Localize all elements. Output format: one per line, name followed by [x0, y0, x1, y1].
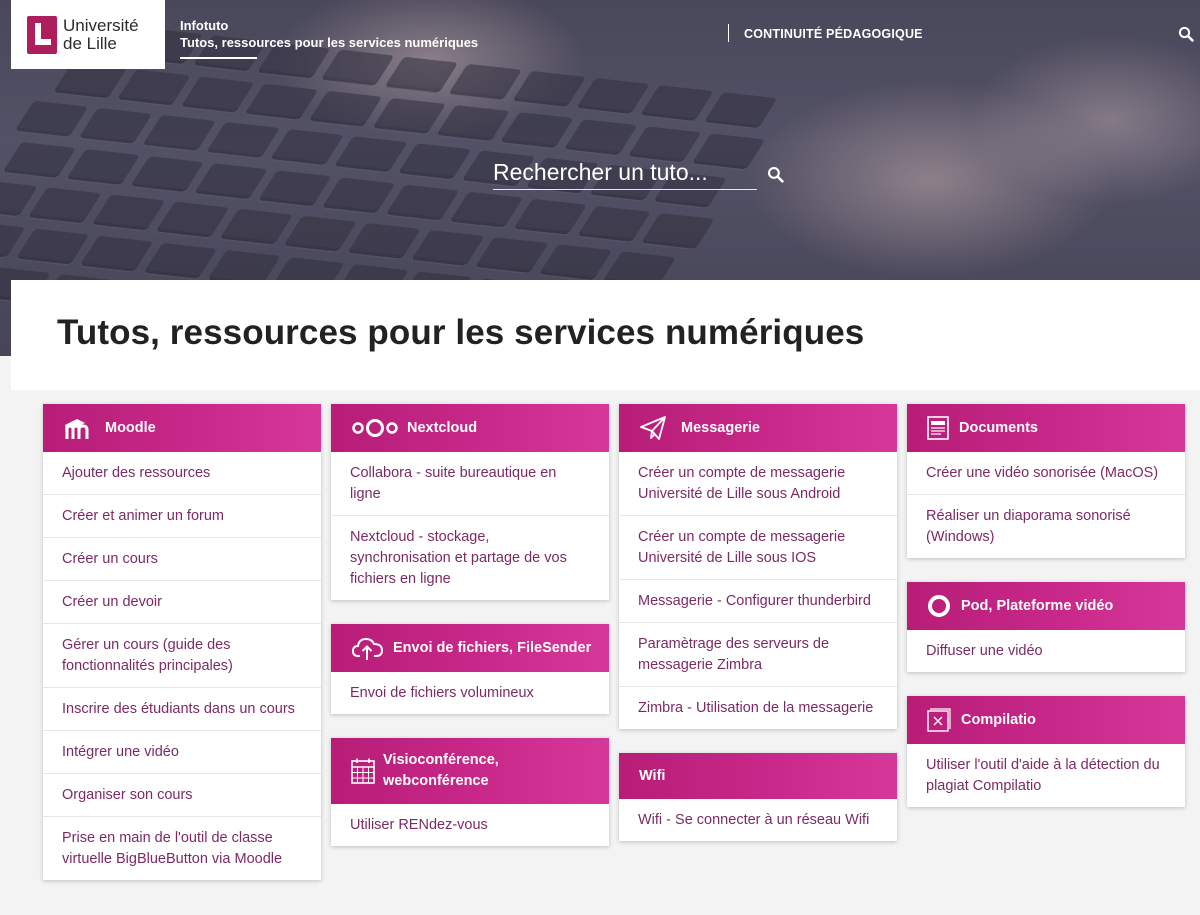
list-item[interactable]: Intégrer une vidéo	[43, 730, 321, 773]
card-title: Pod, Plateforme vidéo	[961, 597, 1114, 614]
list-item[interactable]: Messagerie - Configurer thunderbird	[619, 579, 897, 622]
list-item[interactable]: Collabora - suite bureautique en ligne	[331, 452, 609, 515]
list-item[interactable]: Créer une vidéo sonorisée (MacOS)	[907, 452, 1185, 494]
card-header-compilatio[interactable]: Compilatio	[907, 696, 1185, 744]
card-header-documents[interactable]: Documents	[907, 404, 1185, 452]
nav-divider	[728, 24, 729, 42]
column-1: Moodle Ajouter des ressources Créer et a…	[43, 404, 321, 904]
page-title: Tutos, ressources pour les services numé…	[57, 313, 865, 352]
document-icon	[927, 415, 951, 441]
site-name: Infotuto	[180, 18, 229, 33]
university-logo[interactable]: Université de Lille	[11, 0, 165, 69]
card-title: Wifi	[639, 767, 666, 784]
card-pod: Pod, Plateforme vidéo Diffuser une vidéo	[907, 582, 1185, 672]
cloud-upload-icon	[351, 635, 385, 661]
list-item[interactable]: Envoi de fichiers volumineux	[331, 672, 609, 714]
card-header-nextcloud[interactable]: Nextcloud	[331, 404, 609, 452]
list-item[interactable]: Prise en main de l'outil de classe virtu…	[43, 816, 321, 880]
paper-plane-icon	[639, 415, 673, 441]
moodle-icon	[63, 415, 97, 441]
column-3: Messagerie Créer un compte de messagerie…	[619, 404, 897, 865]
list-item[interactable]: Réaliser un diaporama sonorisé (Windows)	[907, 494, 1185, 558]
column-4: Documents Créer une vidéo sonorisée (Mac…	[907, 404, 1185, 831]
card-header-visio[interactable]: Visioconférence, webconférence	[331, 738, 609, 804]
list-item[interactable]: Créer un compte de messagerie Université…	[619, 515, 897, 579]
card-visio: Visioconférence, webconférence Utiliser …	[331, 738, 609, 846]
logo-line-2: de Lille	[63, 33, 117, 53]
list-item[interactable]: Créer un devoir	[43, 580, 321, 623]
list-item[interactable]: Utiliser RENdez-vous	[331, 804, 609, 846]
list-item[interactable]: Wifi - Se connecter à un réseau Wifi	[619, 799, 897, 841]
compilatio-icon	[927, 707, 953, 733]
card-header-wifi[interactable]: Wifi	[619, 753, 897, 799]
circle-icon	[927, 593, 953, 619]
list-item[interactable]: Paramètrage des serveurs de messagerie Z…	[619, 622, 897, 686]
card-nextcloud: Nextcloud Collabora - suite bureautique …	[331, 404, 609, 600]
search-icon[interactable]	[767, 166, 784, 183]
logo-mark-icon	[27, 15, 57, 54]
card-header-messagerie[interactable]: Messagerie	[619, 404, 897, 452]
list-item[interactable]: Utiliser l'outil d'aide à la détection d…	[907, 744, 1185, 807]
card-title: Messagerie	[681, 419, 760, 436]
list-item[interactable]: Inscrire des étudiants dans un cours	[43, 687, 321, 730]
card-title: Documents	[959, 419, 1038, 436]
card-title: Compilatio	[961, 711, 1036, 728]
logo-line-1: Université	[63, 15, 139, 35]
card-header-pod[interactable]: Pod, Plateforme vidéo	[907, 582, 1185, 630]
card-header-moodle[interactable]: Moodle	[43, 404, 321, 452]
card-documents: Documents Créer une vidéo sonorisée (Mac…	[907, 404, 1185, 558]
list-item[interactable]: Zimbra - Utilisation de la messagerie	[619, 686, 897, 729]
card-compilatio: Compilatio Utiliser l'outil d'aide à la …	[907, 696, 1185, 807]
list-item[interactable]: Créer un cours	[43, 537, 321, 580]
site-title[interactable]: Infotuto Tutos, ressources pour les serv…	[180, 17, 478, 51]
hero-search-input[interactable]	[493, 156, 757, 188]
list-item[interactable]: Créer un compte de messagerie Université…	[619, 452, 897, 515]
list-item[interactable]: Nextcloud - stockage, synchronisation et…	[331, 515, 609, 600]
card-title: Moodle	[105, 419, 156, 436]
search-icon[interactable]	[1178, 26, 1194, 42]
card-wifi: Wifi Wifi - Se connecter à un réseau Wif…	[619, 753, 897, 841]
card-header-filesender[interactable]: Envoi de fichiers, FileSender	[331, 624, 609, 672]
list-item[interactable]: Organiser son cours	[43, 773, 321, 816]
card-title: Visioconférence, webconférence	[383, 752, 499, 789]
site-subtitle: Tutos, ressources pour les services numé…	[180, 35, 479, 50]
card-title: Envoi de fichiers, FileSender	[393, 639, 592, 656]
list-item[interactable]: Créer et animer un forum	[43, 494, 321, 537]
list-item[interactable]: Diffuser une vidéo	[907, 630, 1185, 672]
active-underline	[180, 57, 257, 59]
card-moodle: Moodle Ajouter des ressources Créer et a…	[43, 404, 321, 880]
calendar-icon	[351, 758, 381, 784]
nextcloud-icon	[351, 415, 399, 441]
nav-continuite-pedagogique[interactable]: CONTINUITÉ PÉDAGOGIQUE	[744, 27, 923, 41]
card-title: Nextcloud	[407, 419, 478, 436]
card-messagerie: Messagerie Créer un compte de messagerie…	[619, 404, 897, 729]
card-filesender: Envoi de fichiers, FileSender Envoi de f…	[331, 624, 609, 714]
list-item[interactable]: Ajouter des ressources	[43, 452, 321, 494]
list-item[interactable]: Gérer un cours (guide des fonctionnalité…	[43, 623, 321, 687]
hero-search-field	[493, 156, 757, 190]
column-2: Nextcloud Collabora - suite bureautique …	[331, 404, 609, 870]
